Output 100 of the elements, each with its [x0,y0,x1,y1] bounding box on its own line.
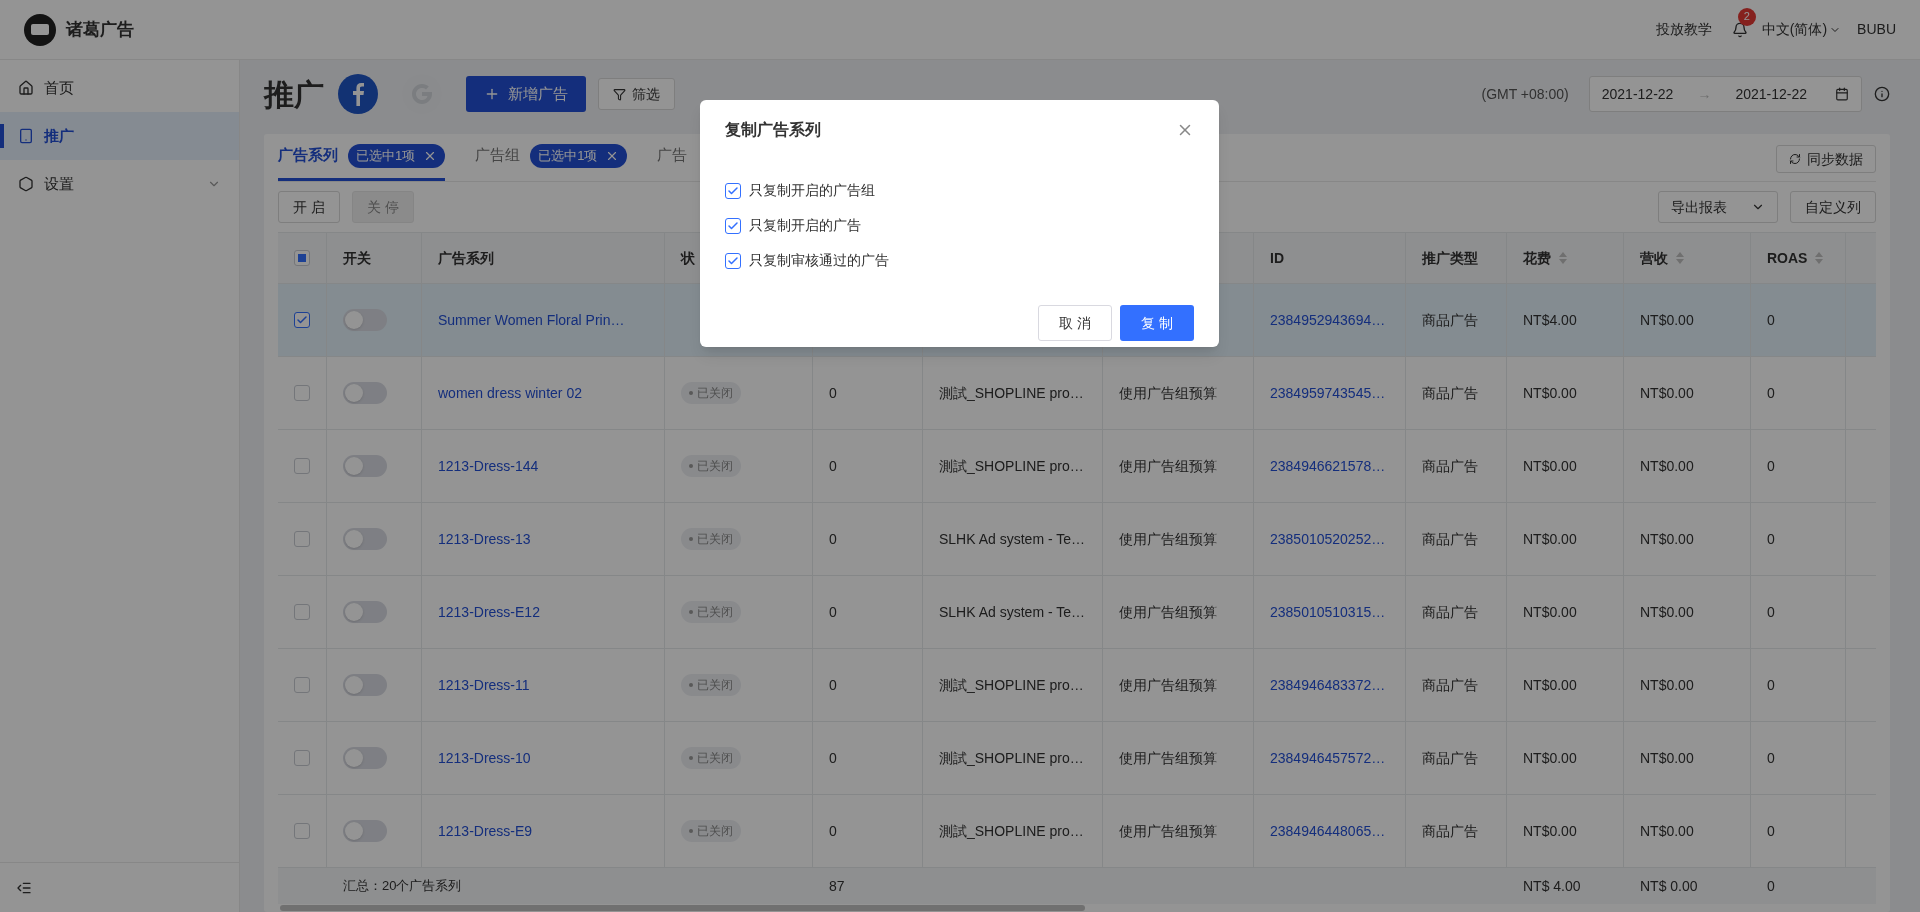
sidebar-item[interactable]: 推广 [0,112,239,160]
copy-button[interactable]: 复 制 [1120,305,1194,341]
campaign-link[interactable]: 1213-Dress-E12 [438,601,540,623]
scrollbar[interactable] [280,905,1085,911]
export-select[interactable]: 导出报表 [1658,191,1778,223]
toggle-switch[interactable] [343,309,387,331]
toggle-switch[interactable] [343,747,387,769]
campaign-link[interactable]: 1213-Dress-13 [438,528,531,550]
status-tag: 已关闭 [681,820,741,842]
row-checkbox[interactable] [294,531,310,547]
toggle-switch[interactable] [343,674,387,696]
timezone-label: (GMT +08:00) [1481,84,1569,104]
id-link[interactable]: 2384946448065… [1270,820,1386,842]
select-all-checkbox[interactable] [294,250,310,266]
user-name[interactable]: BUBU [1857,19,1896,40]
row-checkbox[interactable] [294,312,310,328]
campaign-link[interactable]: 1213-Dress-11 [438,674,530,696]
table-cell-text: 0 [829,748,837,768]
column-header[interactable]: 营收 [1640,247,1684,269]
sync-button[interactable]: 同步数据 [1776,145,1876,173]
id-link[interactable]: 2385010520252… [1270,528,1386,550]
table-cell-text: 0 [1767,821,1775,841]
table-cell-text: NT$0.00 [1640,602,1694,622]
sort-icon[interactable] [1815,252,1824,264]
toggle-switch[interactable] [343,455,387,477]
date-range-field[interactable]: 2021-12-22 → 2021-12-22 [1588,76,1862,112]
table-cell-text: 商品广告 [1422,821,1478,841]
table-cell-text: 商品广告 [1422,748,1478,768]
dialog-title: 复制广告系列 [725,120,821,140]
tutorial-link[interactable]: 投放教学 [1655,19,1712,40]
table-cell-text: NT$0.00 [1523,383,1577,403]
row-checkbox[interactable] [294,458,310,474]
summary-spend: NT$ 4.00 [1522,876,1582,896]
table-cell-text: NT$0.00 [1640,456,1694,476]
checkbox[interactable] [725,252,741,269]
notification-count: 2 [1737,7,1756,26]
toggle-switch[interactable] [343,528,387,550]
column-header: 推广类型 [1422,248,1478,268]
row-checkbox[interactable] [294,750,310,766]
table-cell-text: NT$0.00 [1640,821,1694,841]
bell-icon[interactable] [1731,21,1748,38]
id-link[interactable]: 2384946621578… [1270,455,1386,477]
language-select[interactable]: 中文(简体) [1761,19,1842,40]
custom-columns-button[interactable]: 自定义列 [1790,191,1876,223]
table-cell-text: NT$0.00 [1523,675,1577,695]
add-ad-button[interactable]: 新增广告 [466,76,586,112]
table-cell-text: NT$0.00 [1640,383,1694,403]
toggle-switch[interactable] [343,382,387,404]
tab[interactable]: 广告系列 已选中1项 [278,133,446,181]
id-link[interactable]: 2384946457572… [1270,747,1386,769]
status-tag: 已关闭 [681,455,741,477]
column-header[interactable]: ROAS [1767,247,1824,269]
campaign-link[interactable]: 1213-Dress-E9 [438,820,533,842]
tab[interactable]: 广告 [657,133,688,181]
facebook-logo-icon[interactable] [338,74,378,114]
check-icon [727,184,739,197]
id-link[interactable]: 2384946483372… [1270,674,1386,696]
action-button[interactable]: 开 启 [278,191,340,223]
sort-icon[interactable] [1559,252,1567,264]
toggle-switch[interactable] [343,601,387,623]
table-cell-text: 商品广告 [1422,383,1478,403]
column-header[interactable]: 花费 [1523,247,1567,269]
sidebar-item[interactable]: 首页 [0,64,239,112]
id-link[interactable]: 2384959743545… [1270,382,1386,404]
campaign-link[interactable]: women dress winter 02 [438,382,582,404]
refresh-icon [1789,153,1801,165]
sidebar-item[interactable]: 设置 [0,160,239,208]
checkbox[interactable] [725,217,741,234]
row-checkbox[interactable] [294,823,310,839]
toggle-switch[interactable] [343,820,387,842]
plus-icon [484,86,500,102]
table-cell-text: NT$0.00 [1523,602,1577,622]
table-cell-text: NT$0.00 [1523,529,1577,549]
campaign-link[interactable]: Summer Women Floral Prin… [438,309,625,331]
table-cell-text: 0 [1767,602,1775,622]
column-header: 开关 [343,248,371,268]
id-link[interactable]: 2385010510315… [1270,601,1386,623]
table-cell-text: 測試_SHOPLINE pro… [939,748,1084,768]
status-tag: 已关闭 [681,601,741,623]
filter-button[interactable]: 筛选 [598,78,675,110]
id-link[interactable]: 2384952943694… [1270,309,1386,331]
table-cell-text: 0 [1767,310,1775,330]
table-cell-text: 測試_SHOPLINE pro… [939,456,1084,476]
table-cell-text: 0 [1767,675,1775,695]
checkbox-label: 只复制开启的广告组 [749,181,875,200]
row-checkbox[interactable] [294,604,310,620]
table-cell-text: 0 [1767,383,1775,403]
tab[interactable]: 广告组 已选中1项 [475,133,628,181]
table-cell-text: 使用广告组预算 [1119,675,1217,695]
cancel-button[interactable]: 取 消 [1038,305,1112,341]
table-cell-text: 測試_SHOPLINE pro… [939,383,1084,403]
row-checkbox[interactable] [294,385,310,401]
table-cell-text: SLHK Ad system - Te… [939,529,1085,549]
calendar-icon[interactable] [1835,87,1849,101]
sort-icon[interactable] [1676,252,1684,264]
campaign-link[interactable]: 1213-Dress-144 [438,455,539,477]
checkbox[interactable] [725,182,741,199]
campaign-link[interactable]: 1213-Dress-10 [438,747,531,769]
info-icon[interactable] [1874,86,1890,102]
row-checkbox[interactable] [294,677,310,693]
